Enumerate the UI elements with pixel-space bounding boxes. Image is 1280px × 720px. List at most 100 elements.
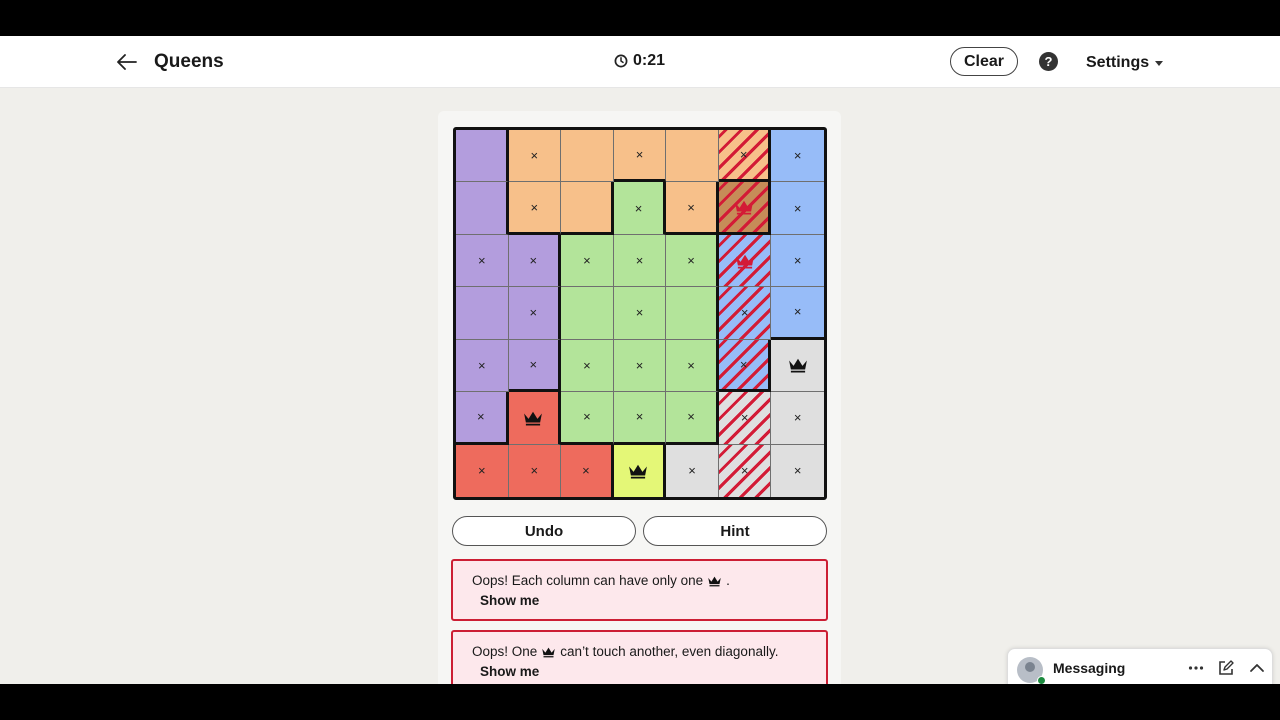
queen-crown-icon bbox=[629, 464, 648, 479]
x-mark-icon: × bbox=[687, 253, 695, 269]
x-mark-icon: × bbox=[477, 463, 486, 479]
queen-crown-icon bbox=[735, 254, 754, 269]
x-mark-icon: × bbox=[687, 409, 695, 425]
x-mark-icon: × bbox=[477, 357, 486, 373]
settings-dropdown[interactable]: Settings bbox=[1086, 54, 1164, 72]
error-text: Oops! Each column can have only one . bbox=[472, 573, 807, 588]
board-cell[interactable]: × bbox=[613, 130, 667, 183]
board-cell[interactable]: × bbox=[456, 444, 509, 497]
board-cell[interactable]: × bbox=[613, 182, 667, 235]
board-cell[interactable] bbox=[456, 130, 509, 183]
error-message-column: Oops! Each column can have only one . Sh… bbox=[451, 559, 828, 621]
messaging-bar[interactable]: Messaging bbox=[1007, 648, 1273, 684]
show-me-link[interactable]: Show me bbox=[480, 593, 539, 608]
board-cell[interactable]: × bbox=[718, 444, 772, 497]
x-mark-icon: × bbox=[583, 253, 591, 269]
board-cell[interactable]: × bbox=[613, 234, 667, 288]
x-mark-icon: × bbox=[793, 410, 802, 426]
app-window: Queens 0:21 Clear ? Settings × × × × × × × × × × ×… bbox=[0, 36, 1280, 684]
board-cell[interactable]: × bbox=[613, 392, 667, 445]
show-me-link[interactable]: Show me bbox=[480, 664, 539, 679]
board-cell[interactable]: × bbox=[666, 339, 719, 393]
error-text-after: . bbox=[726, 573, 730, 588]
back-button[interactable] bbox=[114, 50, 142, 74]
board-cell[interactable]: × bbox=[456, 339, 509, 393]
x-mark-icon: × bbox=[740, 410, 749, 426]
board-cell[interactable]: × bbox=[508, 234, 562, 288]
x-mark-icon: × bbox=[793, 200, 802, 216]
timer: 0:21 bbox=[614, 52, 665, 70]
board-cell[interactable]: × bbox=[771, 130, 824, 183]
x-mark-icon: × bbox=[739, 356, 748, 372]
board-cell[interactable]: × bbox=[718, 287, 772, 340]
board-cell[interactable]: × bbox=[666, 182, 719, 235]
board-cell[interactable]: × bbox=[508, 182, 562, 235]
board-cell[interactable] bbox=[456, 287, 509, 340]
error-message-touching: Oops! One can’t touch another, even diag… bbox=[451, 630, 828, 684]
board-cell[interactable]: × bbox=[508, 444, 562, 497]
board-cell[interactable] bbox=[718, 182, 772, 235]
board-cell[interactable] bbox=[666, 287, 719, 340]
board-cell[interactable]: × bbox=[456, 234, 509, 288]
board-cell[interactable]: × bbox=[771, 444, 824, 497]
board-cell[interactable]: × bbox=[666, 234, 719, 288]
board-cell[interactable]: × bbox=[561, 339, 614, 393]
board-cell[interactable] bbox=[456, 182, 509, 235]
x-mark-icon: × bbox=[687, 357, 695, 373]
chevron-up-icon[interactable] bbox=[1248, 659, 1266, 677]
board-cell[interactable]: × bbox=[561, 444, 614, 497]
board-cell[interactable]: × bbox=[666, 444, 719, 497]
x-mark-icon: × bbox=[793, 148, 802, 164]
x-mark-icon: × bbox=[635, 357, 644, 373]
settings-label: Settings bbox=[1086, 54, 1150, 71]
timer-value: 0:21 bbox=[633, 52, 666, 69]
board-cell[interactable] bbox=[718, 234, 772, 288]
clear-button[interactable]: Clear bbox=[950, 47, 1018, 76]
board-cell[interactable]: × bbox=[508, 339, 562, 393]
board-cell[interactable]: × bbox=[613, 287, 667, 340]
x-mark-icon: × bbox=[635, 409, 644, 425]
x-mark-icon: × bbox=[740, 305, 749, 321]
board-cell[interactable]: × bbox=[508, 130, 562, 183]
x-mark-icon: × bbox=[529, 253, 538, 269]
board-cell[interactable]: × bbox=[771, 182, 824, 235]
board-cell[interactable] bbox=[561, 182, 614, 235]
x-mark-icon: × bbox=[793, 253, 802, 269]
board-cell[interactable] bbox=[771, 339, 824, 393]
x-mark-icon: × bbox=[739, 147, 748, 163]
error-text-before: Oops! Each column can have only one bbox=[472, 573, 704, 588]
x-mark-icon: × bbox=[793, 463, 802, 479]
x-mark-icon: × bbox=[687, 199, 695, 215]
board-cell[interactable]: × bbox=[718, 392, 772, 445]
board-cell[interactable]: × bbox=[456, 392, 509, 445]
board-cell[interactable]: × bbox=[771, 392, 824, 445]
clock-icon bbox=[614, 54, 628, 68]
board-cell[interactable]: × bbox=[718, 130, 772, 183]
board-cell[interactable]: × bbox=[561, 234, 614, 288]
board-cell[interactable] bbox=[508, 392, 562, 445]
error-text: Oops! One can’t touch another, even diag… bbox=[472, 644, 807, 659]
queen-crown-icon bbox=[734, 200, 753, 215]
crown-icon bbox=[708, 576, 721, 586]
x-mark-icon: × bbox=[477, 253, 486, 269]
board-cell[interactable]: × bbox=[613, 339, 667, 393]
board-cell[interactable]: × bbox=[508, 287, 562, 340]
messaging-label: Messaging bbox=[1053, 660, 1126, 676]
board-cell[interactable] bbox=[666, 130, 719, 183]
board-cell[interactable] bbox=[561, 287, 614, 340]
undo-button[interactable]: Undo bbox=[452, 516, 636, 546]
board-cell[interactable]: × bbox=[771, 287, 824, 340]
help-icon[interactable]: ? bbox=[1039, 52, 1058, 71]
more-icon[interactable] bbox=[1187, 659, 1205, 677]
arrow-left-icon bbox=[117, 54, 137, 70]
board-cell[interactable]: × bbox=[771, 234, 824, 288]
board-cell[interactable]: × bbox=[666, 392, 719, 445]
board-cell[interactable] bbox=[613, 444, 667, 497]
board-cell[interactable]: × bbox=[718, 339, 772, 393]
x-mark-icon: × bbox=[530, 199, 539, 215]
compose-icon[interactable] bbox=[1217, 659, 1235, 677]
hint-button[interactable]: Hint bbox=[643, 516, 827, 546]
board-cell[interactable] bbox=[561, 130, 614, 183]
x-mark-icon: × bbox=[688, 463, 696, 479]
board-cell[interactable]: × bbox=[561, 392, 614, 445]
